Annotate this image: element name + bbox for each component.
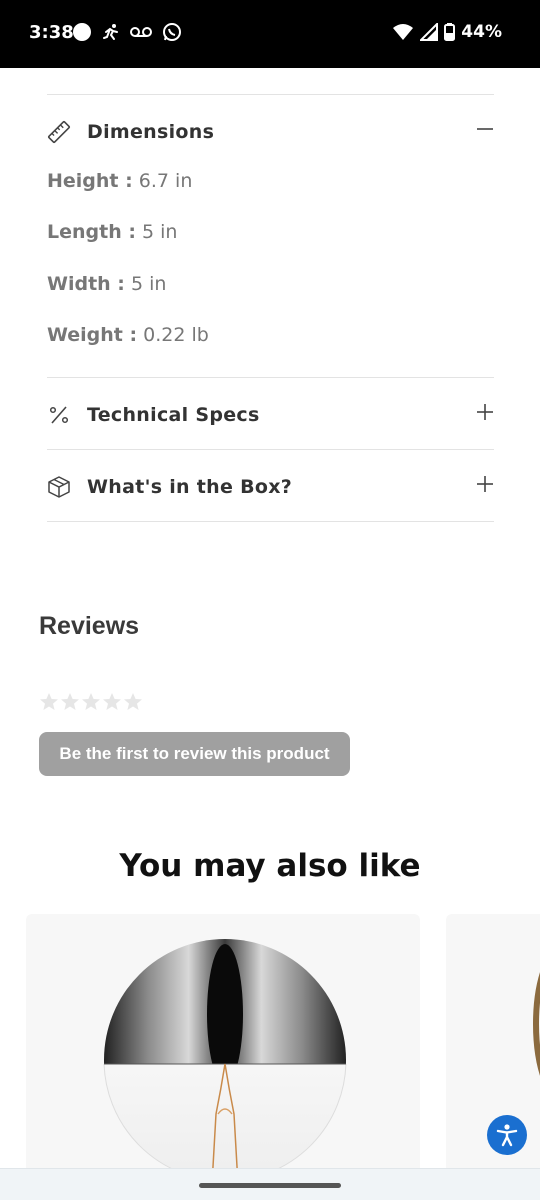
spec-value: 6.7 in (138, 170, 193, 192)
spec-label: Height : (47, 170, 133, 192)
spec-weight: Weight : 0.22 lb (47, 324, 209, 346)
accordion-dimensions-title: Dimensions (87, 121, 215, 143)
accordion-dimensions-header[interactable]: Dimensions (47, 112, 494, 152)
star-rating (39, 692, 143, 712)
spec-width: Width : 5 in (47, 273, 166, 295)
star-icon (82, 693, 100, 710)
wifi-icon (393, 24, 414, 40)
accordion-box-header[interactable]: What's in the Box? (47, 467, 494, 507)
first-review-button[interactable]: Be the first to review this product (39, 732, 350, 776)
product-card[interactable] (26, 914, 420, 1184)
home-gesture-handle[interactable] (199, 1183, 341, 1188)
status-bar: 3:38 44% (0, 0, 540, 68)
accessibility-button[interactable] (487, 1115, 527, 1155)
status-time: 3:38 (29, 22, 74, 43)
spec-label: Weight : (47, 324, 138, 346)
notification-icons (72, 22, 182, 42)
spec-value: 5 in (130, 273, 167, 295)
spec-label: Width : (47, 273, 125, 295)
spec-value: 5 in (142, 221, 178, 243)
recommendations-title: You may also like (119, 848, 421, 884)
plus-icon[interactable] (476, 403, 494, 421)
divider (47, 377, 494, 378)
accordion-technical-header[interactable]: Technical Specs (47, 395, 494, 435)
star-icon (40, 693, 58, 710)
box-icon (47, 475, 71, 499)
minus-icon[interactable] (476, 120, 494, 138)
system-icons: 44% (392, 22, 502, 42)
divider (47, 521, 494, 522)
spec-length: Length : 5 in (47, 221, 177, 243)
accordion-box-title: What's in the Box? (87, 476, 293, 498)
whatsapp-icon (163, 23, 181, 41)
signal-icon (420, 23, 439, 41)
divider (47, 449, 494, 450)
globe-bulb-image (103, 939, 347, 1184)
percent-icon (47, 403, 71, 427)
star-icon (124, 693, 142, 710)
plus-icon[interactable] (476, 475, 494, 493)
star-icon (61, 693, 79, 710)
voicemail-icon (130, 27, 152, 37)
battery-icon (444, 23, 456, 41)
spec-label: Length : (47, 221, 136, 243)
circle-icon (73, 23, 91, 41)
reviews-title: Reviews (39, 612, 140, 640)
battery-percent: 44% (461, 22, 502, 42)
accordion-technical-title: Technical Specs (87, 404, 260, 426)
navigation-bar (0, 1168, 540, 1200)
accessibility-icon (496, 1124, 518, 1147)
ruler-icon (47, 120, 71, 144)
running-icon (103, 24, 118, 40)
spec-value: 0.22 lb (143, 324, 209, 346)
star-icon (103, 693, 121, 710)
divider (47, 94, 494, 95)
spec-height: Height : 6.7 in (47, 170, 192, 192)
